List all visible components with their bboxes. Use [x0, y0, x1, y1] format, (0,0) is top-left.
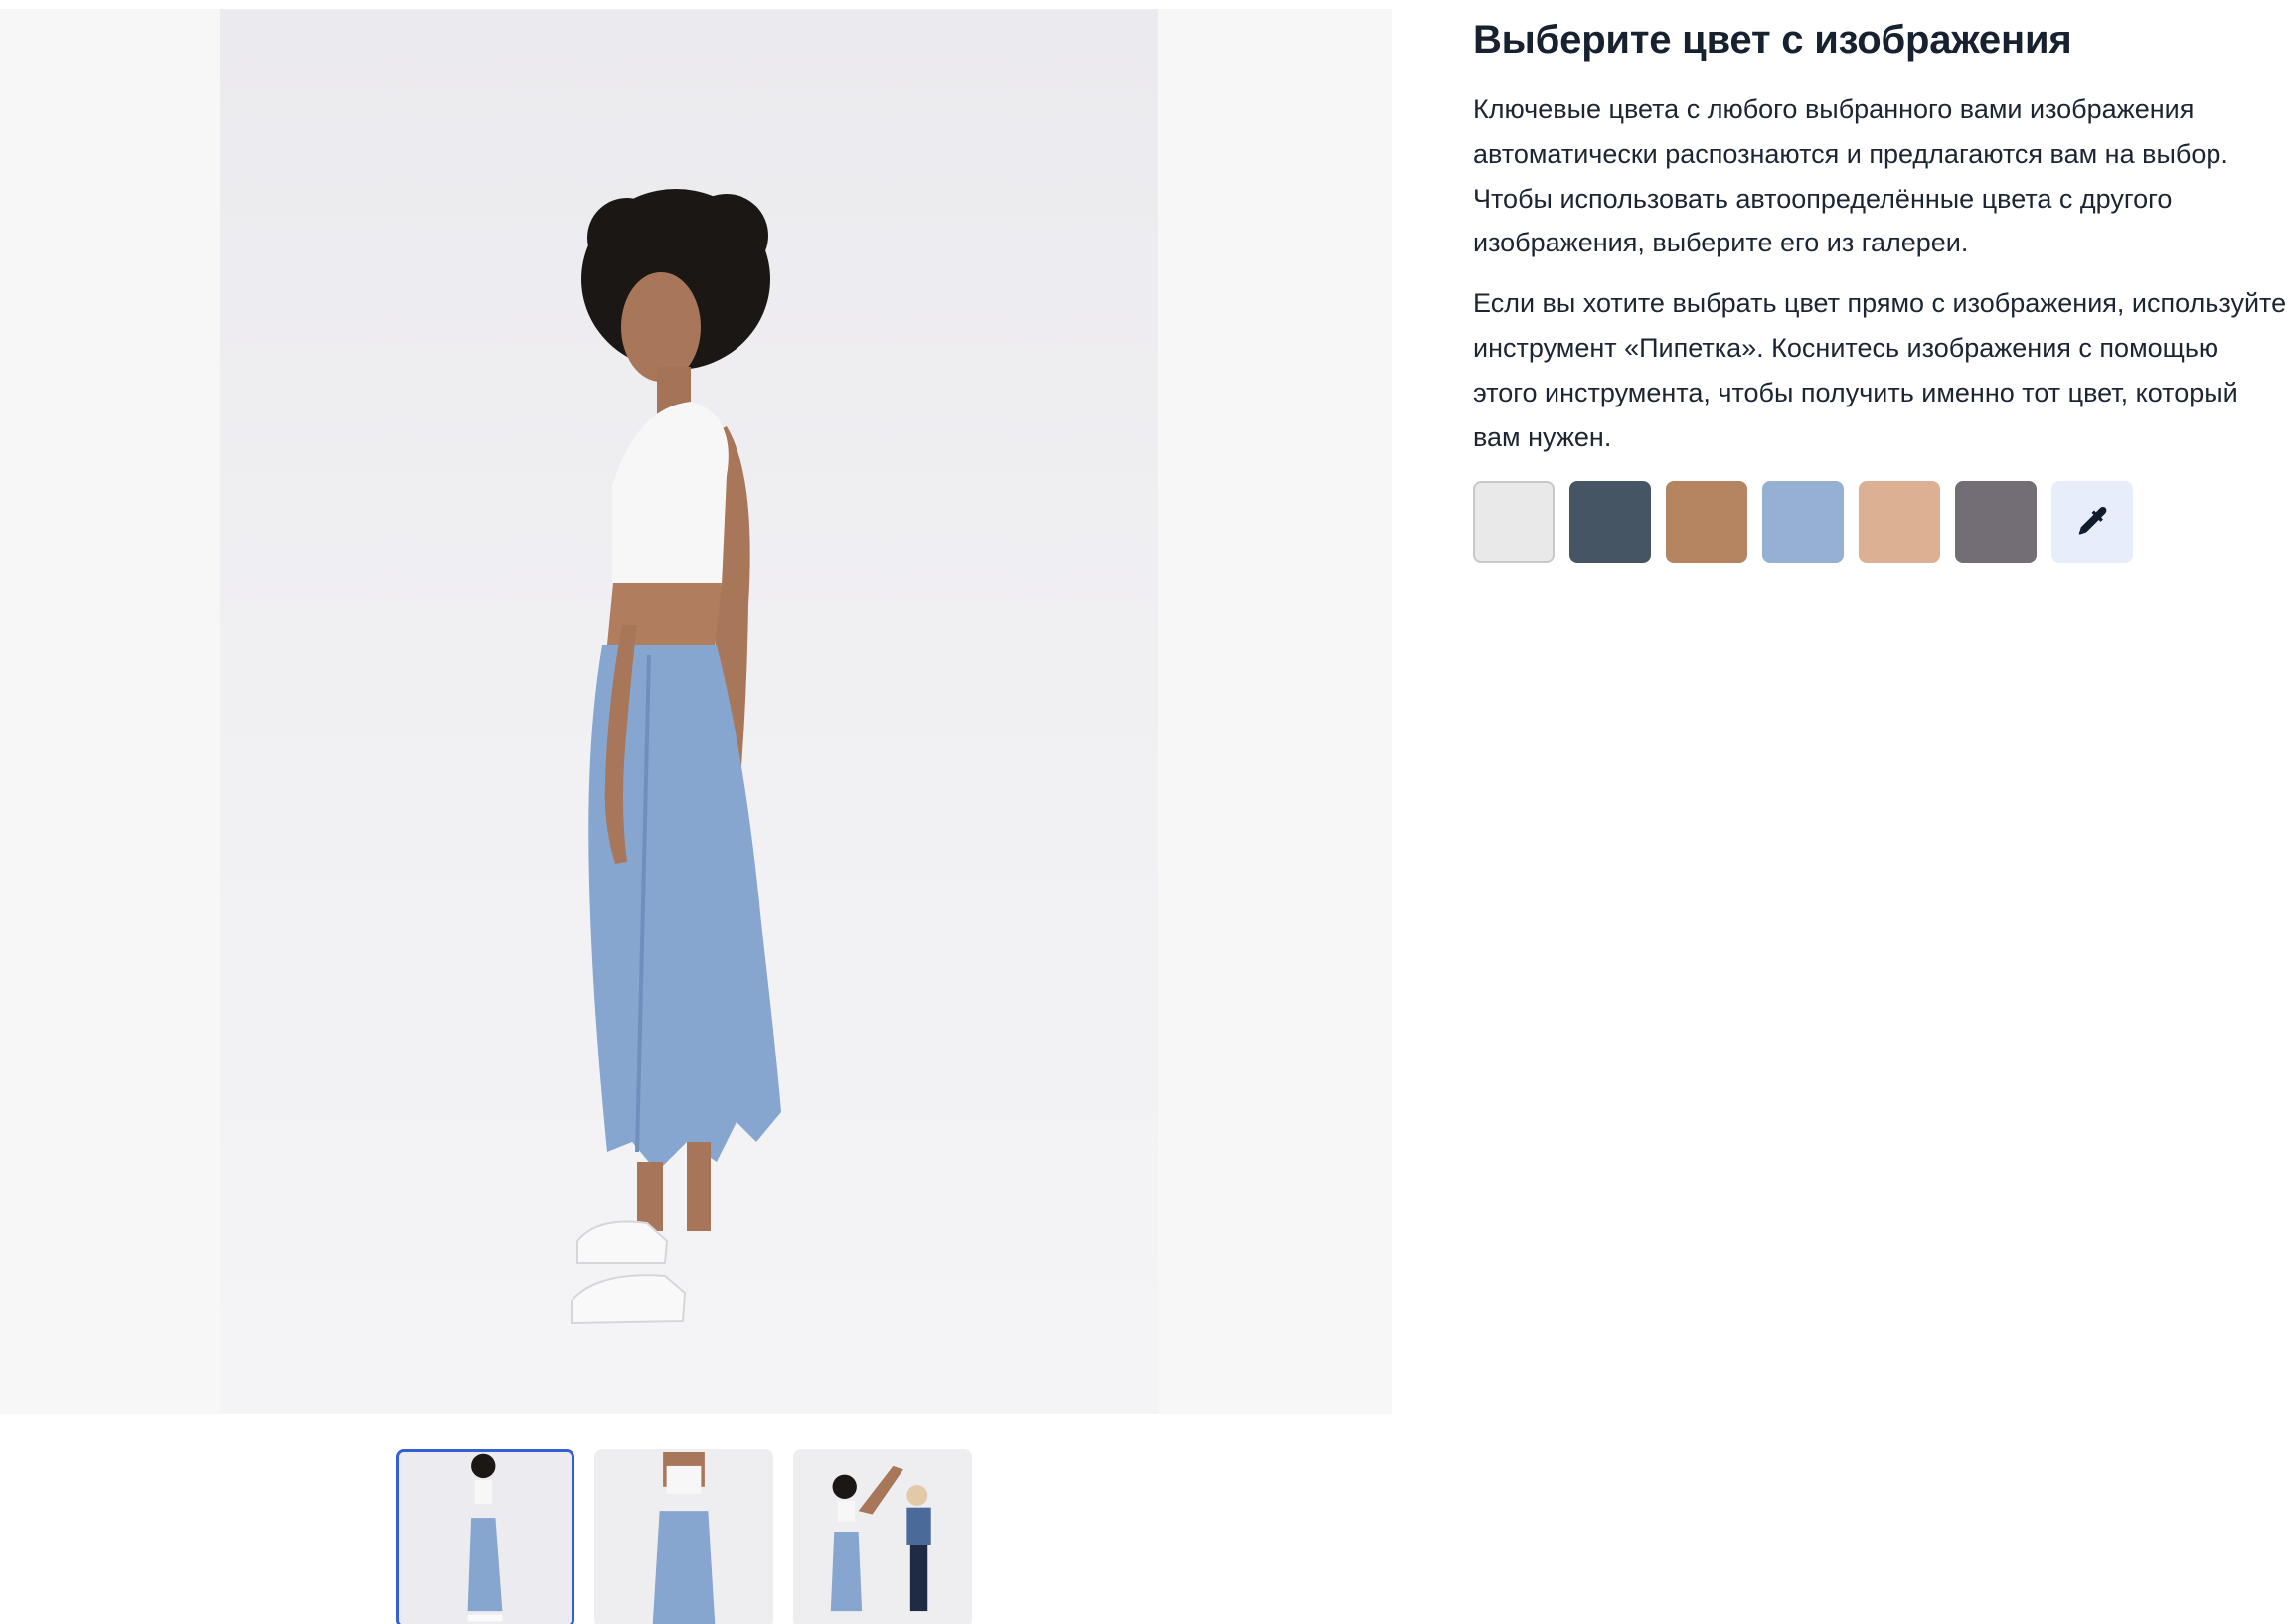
main-photo-illustration [571, 189, 781, 1325]
image-viewer [0, 9, 1392, 1414]
color-swatch-6[interactable] [1955, 481, 2037, 564]
color-swatches [1473, 481, 2288, 564]
thumbnail-2-image [597, 1452, 770, 1624]
description-paragraph-1: Ключевые цвета с любого выбранного вами … [1473, 94, 2228, 258]
main-photo[interactable] [220, 9, 1158, 1414]
color-swatch-1[interactable] [1473, 481, 1555, 564]
color-swatch-4[interactable] [1762, 481, 1844, 564]
thumbnail-2[interactable] [594, 1449, 773, 1624]
eyedropper-button[interactable] [2051, 481, 2133, 564]
panel-title: Выберите цвет с изображения [1473, 18, 2072, 62]
thumbnail-1[interactable] [396, 1449, 574, 1624]
color-swatch-2[interactable] [1569, 481, 1651, 564]
thumbnail-1-image [399, 1452, 572, 1624]
thumbnail-3-image [796, 1452, 969, 1624]
description-paragraph-2: Если вы хотите выбрать цвет прямо с изоб… [1473, 288, 2287, 452]
eyedropper-icon [2078, 507, 2107, 535]
color-swatch-5[interactable] [1859, 481, 1940, 564]
thumbnail-gallery [396, 1449, 972, 1624]
color-picker-panel: Выберите цвет с изображения Ключевые цве… [1473, 14, 2288, 564]
thumbnail-3[interactable] [793, 1449, 972, 1624]
color-swatch-3[interactable] [1666, 481, 1747, 564]
